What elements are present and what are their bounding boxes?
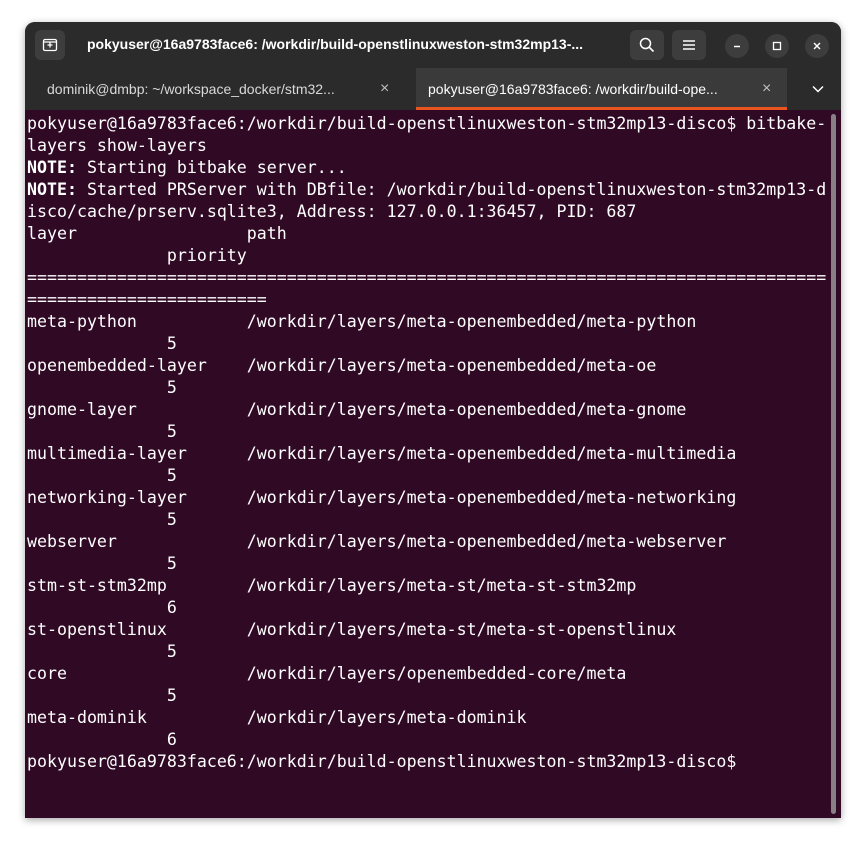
- tab-label: dominik@dmbp: ~/workspace_docker/stm32..…: [47, 81, 335, 97]
- terminal-line: ========================: [27, 289, 826, 311]
- terminal-line: 5: [27, 641, 826, 663]
- terminal-line: 5: [27, 685, 826, 707]
- close-icon: [813, 42, 821, 50]
- terminal-line-text: layer path: [27, 224, 287, 243]
- terminal-line: 5: [27, 553, 826, 575]
- note-label: NOTE:: [27, 180, 77, 199]
- note-label: NOTE:: [27, 158, 77, 177]
- terminal-line: 5: [27, 421, 826, 443]
- terminal-line-text: 5: [27, 510, 177, 529]
- terminal-line-text: webserver /workdir/layers/meta-openembed…: [27, 532, 727, 551]
- terminal-line-text: pokyuser@16a9783face6:/workdir/build-ope…: [27, 114, 827, 133]
- menu-button[interactable]: [672, 30, 706, 60]
- hamburger-menu-icon: [683, 40, 695, 50]
- terminal-line: gnome-layer /workdir/layers/meta-openemb…: [27, 399, 826, 421]
- terminal-line: 5: [27, 377, 826, 399]
- terminal-line: NOTE: Starting bitbake server...: [27, 157, 826, 179]
- terminal-line-text: Started PRServer with DBfile: /workdir/b…: [76, 180, 827, 199]
- terminal-line-text: 6: [27, 730, 177, 749]
- chevron-down-icon: [812, 85, 824, 93]
- tab-bar: dominik@dmbp: ~/workspace_docker/stm32..…: [25, 68, 841, 110]
- tab-close-icon[interactable]: ×: [380, 80, 389, 98]
- tab-close-icon[interactable]: ×: [762, 80, 771, 98]
- terminal-line: stm-st-stm32mp /workdir/layers/meta-st/m…: [27, 575, 826, 597]
- terminal-line: layer path: [27, 223, 826, 245]
- search-icon: [639, 37, 655, 53]
- window-title: pokyuser@16a9783face6: /workdir/build-op…: [87, 36, 584, 52]
- terminal-window: pokyuser@16a9783face6: /workdir/build-op…: [25, 22, 841, 818]
- terminal-line: 6: [27, 729, 826, 751]
- terminal-line: 5: [27, 509, 826, 531]
- search-button[interactable]: [630, 30, 664, 60]
- minimize-icon: [734, 45, 740, 48]
- new-tab-icon: [42, 38, 58, 52]
- terminal-line-text: Starting bitbake server...: [76, 158, 347, 177]
- terminal-line: ========================================…: [27, 267, 826, 289]
- terminal-line-text: meta-dominik /workdir/layers/meta-domini…: [27, 708, 527, 727]
- terminal-line-text: stm-st-stm32mp /workdir/layers/meta-st/m…: [27, 576, 637, 595]
- terminal-line-text: layers show-layers: [27, 136, 207, 155]
- terminal-line: isco/cache/prserv.sqlite3, Address: 127.…: [27, 201, 826, 223]
- tab-dominik[interactable]: dominik@dmbp: ~/workspace_docker/stm32..…: [25, 68, 415, 110]
- tab-label: pokyuser@16a9783face6: /workdir/build-op…: [428, 81, 718, 97]
- terminal-line-text: ========================: [27, 290, 267, 309]
- terminal-line: layers show-layers: [27, 135, 826, 157]
- terminal-line: 5: [27, 333, 826, 355]
- terminal-line-text: 5: [27, 422, 177, 441]
- terminal-line: core /workdir/layers/openembedded-core/m…: [27, 663, 826, 685]
- terminal-line-text: gnome-layer /workdir/layers/meta-openemb…: [27, 400, 687, 419]
- terminal-line-text: openembedded-layer /workdir/layers/meta-…: [27, 356, 657, 375]
- terminal-line: multimedia-layer /workdir/layers/meta-op…: [27, 443, 826, 465]
- terminal-line-text: st-openstlinux /workdir/layers/meta-st/m…: [27, 620, 677, 639]
- terminal-line-text: core /workdir/layers/openembedded-core/m…: [27, 664, 627, 683]
- terminal-line-text: multimedia-layer /workdir/layers/meta-op…: [27, 444, 737, 463]
- terminal-line-text: 5: [27, 642, 177, 661]
- title-bar: pokyuser@16a9783face6: /workdir/build-op…: [25, 22, 841, 68]
- terminal-line-text: 5: [27, 378, 177, 397]
- terminal-line-text: 5: [27, 686, 177, 705]
- terminal-line: pokyuser@16a9783face6:/workdir/build-ope…: [27, 113, 826, 135]
- terminal-line-text: ========================================…: [27, 268, 827, 287]
- terminal-line: st-openstlinux /workdir/layers/meta-st/m…: [27, 619, 826, 641]
- terminal-line-text: 5: [27, 466, 177, 485]
- terminal-line-text: pokyuser@16a9783face6:/workdir/build-ope…: [27, 752, 737, 771]
- tab-list-dropdown[interactable]: [803, 74, 833, 104]
- terminal-line: meta-dominik /workdir/layers/meta-domini…: [27, 707, 826, 729]
- terminal-line-text: 5: [27, 554, 177, 573]
- terminal-line: 5: [27, 465, 826, 487]
- terminal-line: pokyuser@16a9783face6:/workdir/build-ope…: [27, 751, 826, 773]
- terminal-line-text: priority: [27, 246, 247, 265]
- maximize-icon: [772, 41, 782, 51]
- terminal-line-text: networking-layer /workdir/layers/meta-op…: [27, 488, 737, 507]
- close-button[interactable]: [805, 34, 829, 58]
- new-tab-button[interactable]: [35, 30, 65, 60]
- terminal-line-text: 5: [27, 334, 177, 353]
- terminal-text: pokyuser@16a9783face6:/workdir/build-ope…: [27, 113, 826, 773]
- terminal-line: 6: [27, 597, 826, 619]
- terminal-line-text: meta-python /workdir/layers/meta-openemb…: [27, 312, 697, 331]
- terminal-line-text: isco/cache/prserv.sqlite3, Address: 127.…: [27, 202, 637, 221]
- scrollbar[interactable]: [831, 114, 836, 814]
- terminal-line: priority: [27, 245, 826, 267]
- terminal-line: openembedded-layer /workdir/layers/meta-…: [27, 355, 826, 377]
- terminal-output[interactable]: pokyuser@16a9783face6:/workdir/build-ope…: [25, 110, 841, 818]
- terminal-line-text: 6: [27, 598, 177, 617]
- terminal-line: meta-python /workdir/layers/meta-openemb…: [27, 311, 826, 333]
- minimize-button[interactable]: [725, 34, 749, 58]
- maximize-button[interactable]: [765, 34, 789, 58]
- terminal-line: webserver /workdir/layers/meta-openembed…: [27, 531, 826, 553]
- terminal-line: NOTE: Started PRServer with DBfile: /wor…: [27, 179, 826, 201]
- tab-pokyuser[interactable]: pokyuser@16a9783face6: /workdir/build-op…: [416, 68, 787, 110]
- terminal-line: networking-layer /workdir/layers/meta-op…: [27, 487, 826, 509]
